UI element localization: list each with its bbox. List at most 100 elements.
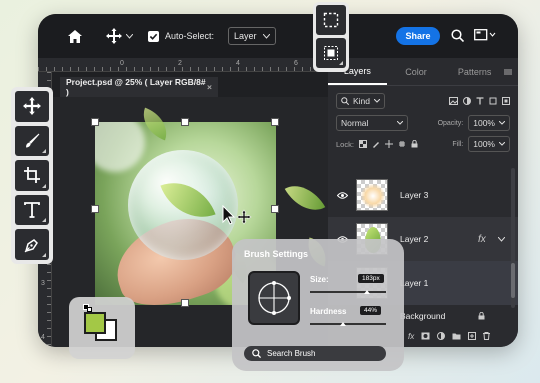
delete-layer-icon[interactable] bbox=[483, 332, 491, 340]
layer-name: Layer 3 bbox=[400, 190, 429, 200]
brush-tip-preview[interactable] bbox=[248, 271, 300, 325]
transform-handle[interactable] bbox=[181, 118, 189, 126]
adjustment-filter-icon[interactable] bbox=[463, 97, 471, 105]
visibility-toggle[interactable] bbox=[328, 191, 356, 199]
share-button[interactable]: Share bbox=[396, 27, 440, 45]
screen-mode-button[interactable] bbox=[474, 29, 496, 43]
layer-thumbnail bbox=[356, 179, 388, 211]
smart-object-filter-icon[interactable] bbox=[502, 97, 510, 105]
crop-tool-button[interactable] bbox=[15, 160, 49, 191]
size-slider-track[interactable] bbox=[310, 291, 386, 293]
fill-value: 100% bbox=[473, 139, 495, 149]
transform-handle[interactable] bbox=[271, 118, 279, 126]
checkbox-icon bbox=[148, 30, 159, 42]
lock-label: Lock: bbox=[336, 139, 354, 149]
home-button[interactable] bbox=[68, 14, 82, 58]
search-icon bbox=[341, 97, 349, 105]
fx-icon[interactable]: fx bbox=[408, 332, 414, 341]
auto-select-target-dropdown[interactable]: Layer bbox=[228, 14, 276, 58]
chevron-down-icon bbox=[397, 121, 403, 125]
fill-field[interactable]: 100% bbox=[468, 136, 510, 152]
chevron-down-icon bbox=[262, 33, 270, 39]
layers-panel-footer: fx bbox=[408, 332, 491, 341]
move-icon bbox=[106, 28, 122, 44]
transform-handle[interactable] bbox=[271, 205, 279, 213]
opacity-label: Opacity: bbox=[437, 119, 464, 127]
horizontal-ruler[interactable]: 0 2 4 6 bbox=[38, 58, 328, 72]
layer-name: Background bbox=[400, 311, 446, 321]
layer-row[interactable]: Layer 3 bbox=[328, 173, 518, 217]
lock-artboard-icon[interactable] bbox=[398, 140, 406, 148]
brush-tool-icon bbox=[26, 133, 40, 148]
ruler-label: 4 bbox=[41, 334, 45, 341]
size-slider-knob[interactable] bbox=[364, 290, 370, 294]
tab-patterns[interactable]: Patterns bbox=[445, 58, 504, 85]
chevron-down-icon[interactable] bbox=[498, 236, 505, 242]
adjustment-layer-icon[interactable] bbox=[437, 332, 446, 340]
opacity-value: 100% bbox=[473, 118, 495, 128]
object-select-tool-button[interactable] bbox=[316, 38, 346, 68]
blend-mode-dropdown[interactable]: Normal bbox=[336, 115, 408, 131]
filter-icons[interactable] bbox=[449, 97, 510, 105]
color-swatches[interactable] bbox=[69, 297, 135, 359]
close-tab-button[interactable]: × bbox=[207, 82, 212, 92]
panel-scrollbar[interactable] bbox=[511, 168, 515, 308]
move-cursor-icon bbox=[222, 205, 252, 225]
tools-panel bbox=[11, 87, 53, 264]
marquee-tool-button[interactable] bbox=[316, 5, 346, 35]
fill-label: Fill: bbox=[452, 140, 464, 148]
ruler-label: 0 bbox=[120, 60, 124, 67]
lock-pixels-icon[interactable] bbox=[372, 140, 380, 148]
group-folder-icon[interactable] bbox=[452, 332, 461, 340]
image-filter-icon[interactable] bbox=[449, 97, 458, 105]
panel-menu-icon[interactable] bbox=[504, 58, 518, 85]
type-filter-icon[interactable] bbox=[476, 97, 484, 105]
tab-color[interactable]: Color bbox=[387, 58, 446, 85]
pen-tool-icon bbox=[24, 238, 38, 253]
add-mask-icon[interactable] bbox=[421, 332, 430, 340]
kind-label: Kind bbox=[353, 96, 371, 106]
layer-select-value: Layer bbox=[234, 31, 257, 41]
new-layer-icon[interactable] bbox=[468, 332, 477, 340]
search-brush-field[interactable]: Search Brush bbox=[244, 346, 386, 361]
home-icon bbox=[68, 29, 82, 43]
document-title: Project.psd @ 25% ( Layer RGB/8# ) bbox=[66, 77, 206, 97]
eye-icon bbox=[336, 191, 348, 199]
layer-effects-indicator[interactable]: fx bbox=[478, 234, 486, 245]
screen-mode-icon bbox=[474, 29, 496, 41]
brush-settings-popup: Brush Settings Size: 183px Hardness 44% … bbox=[232, 239, 404, 371]
hardness-value[interactable]: 44% bbox=[360, 306, 382, 315]
layer-name: Layer 1 bbox=[400, 278, 429, 288]
hardness-slider-track[interactable] bbox=[310, 323, 386, 325]
lock-position-icon[interactable] bbox=[384, 140, 393, 148]
pen-tool-button[interactable] bbox=[15, 229, 49, 260]
chevron-down-icon bbox=[499, 142, 505, 146]
options-bar: Auto-Select: Layer Share bbox=[38, 14, 518, 58]
transform-handle[interactable] bbox=[181, 299, 189, 307]
lock-icon[interactable] bbox=[411, 140, 418, 148]
hardness-label: Hardness bbox=[310, 307, 347, 316]
foreground-color-swatch[interactable] bbox=[84, 312, 106, 334]
transform-handle[interactable] bbox=[91, 205, 99, 213]
document-tab[interactable]: Project.psd @ 25% ( Layer RGB/8# ) × bbox=[60, 77, 218, 97]
kind-filter-dropdown[interactable]: Kind bbox=[336, 93, 386, 109]
size-value[interactable]: 183px bbox=[358, 274, 384, 283]
shape-filter-icon[interactable] bbox=[489, 97, 497, 105]
hardness-slider-knob[interactable] bbox=[340, 322, 347, 326]
type-tool-button[interactable] bbox=[15, 194, 49, 226]
transform-handle[interactable] bbox=[91, 118, 99, 126]
ruler-label: 6 bbox=[294, 60, 298, 67]
layer-name: Layer 2 bbox=[400, 234, 429, 244]
auto-select-checkbox[interactable]: Auto-Select: bbox=[148, 14, 214, 58]
blend-mode-value: Normal bbox=[341, 118, 369, 128]
search-button[interactable] bbox=[451, 29, 465, 44]
panel-tabs: Layers Color Patterns bbox=[328, 58, 518, 86]
type-tool-icon bbox=[24, 202, 40, 218]
opacity-field[interactable]: 100% bbox=[468, 115, 510, 131]
search-icon bbox=[451, 29, 465, 43]
move-tool-button[interactable] bbox=[15, 91, 49, 122]
lock-transparent-icon[interactable] bbox=[358, 140, 367, 148]
move-tool-options[interactable] bbox=[106, 14, 133, 58]
brush-tool-button[interactable] bbox=[15, 125, 49, 157]
ruler-label: 4 bbox=[236, 60, 240, 67]
